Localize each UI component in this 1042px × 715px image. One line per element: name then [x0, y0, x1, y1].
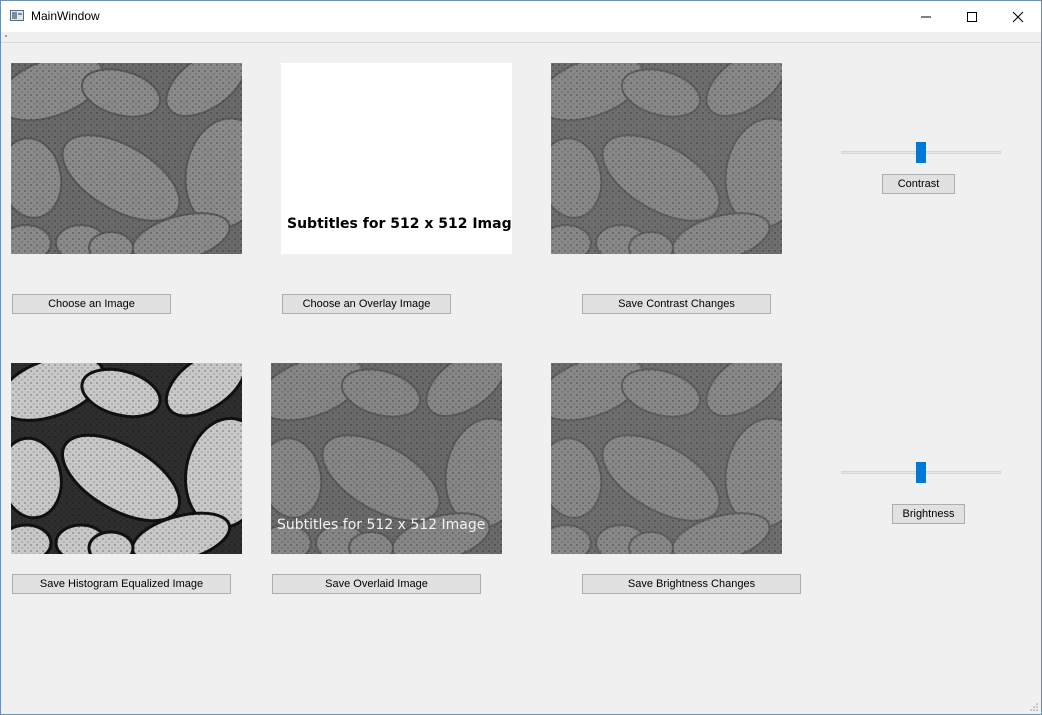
minimize-icon	[921, 16, 931, 18]
title-bar[interactable]: MainWindow	[1, 1, 1041, 32]
resize-grip-icon[interactable]	[1030, 703, 1038, 711]
brightness-slider[interactable]	[841, 462, 1001, 484]
minimize-button[interactable]	[903, 1, 949, 32]
maximize-icon	[967, 12, 977, 22]
contrast-slider[interactable]	[841, 142, 1001, 164]
overlay-caption: Subtitles for 512 x 512 Image	[287, 216, 512, 232]
contrast-slider-handle[interactable]	[916, 142, 926, 163]
brightness-image	[551, 363, 782, 554]
contrast-image	[551, 63, 782, 254]
overlaid-caption: Subtitles for 512 x 512 Image	[277, 517, 486, 533]
overlaid-image: Subtitles for 512 x 512 Image	[271, 363, 502, 554]
save-histogram-button[interactable]: Save Histogram Equalized Image	[12, 574, 231, 594]
choose-overlay-button[interactable]: Choose an Overlay Image	[282, 294, 451, 314]
histogram-equalized-image	[11, 363, 242, 554]
save-brightness-button[interactable]: Save Brightness Changes	[582, 574, 801, 594]
close-icon	[1012, 11, 1024, 23]
maximize-button[interactable]	[949, 1, 995, 32]
main-window: MainWindow Subtitles for 512 x 512 Image	[0, 0, 1042, 715]
save-contrast-button[interactable]: Save Contrast Changes	[582, 294, 771, 314]
close-button[interactable]	[995, 1, 1041, 32]
overlay-image: Subtitles for 512 x 512 Image	[281, 63, 512, 254]
contrast-button[interactable]: Contrast	[882, 174, 955, 194]
menu-dot	[5, 35, 7, 37]
brightness-slider-handle[interactable]	[916, 462, 926, 483]
app-window-icon	[10, 10, 24, 21]
save-overlaid-button[interactable]: Save Overlaid Image	[272, 574, 481, 594]
window-title: MainWindow	[31, 9, 100, 23]
choose-image-button[interactable]: Choose an Image	[12, 294, 171, 314]
original-image	[11, 63, 242, 254]
brightness-button[interactable]: Brightness	[892, 504, 965, 524]
menu-bar	[1, 32, 1041, 43]
